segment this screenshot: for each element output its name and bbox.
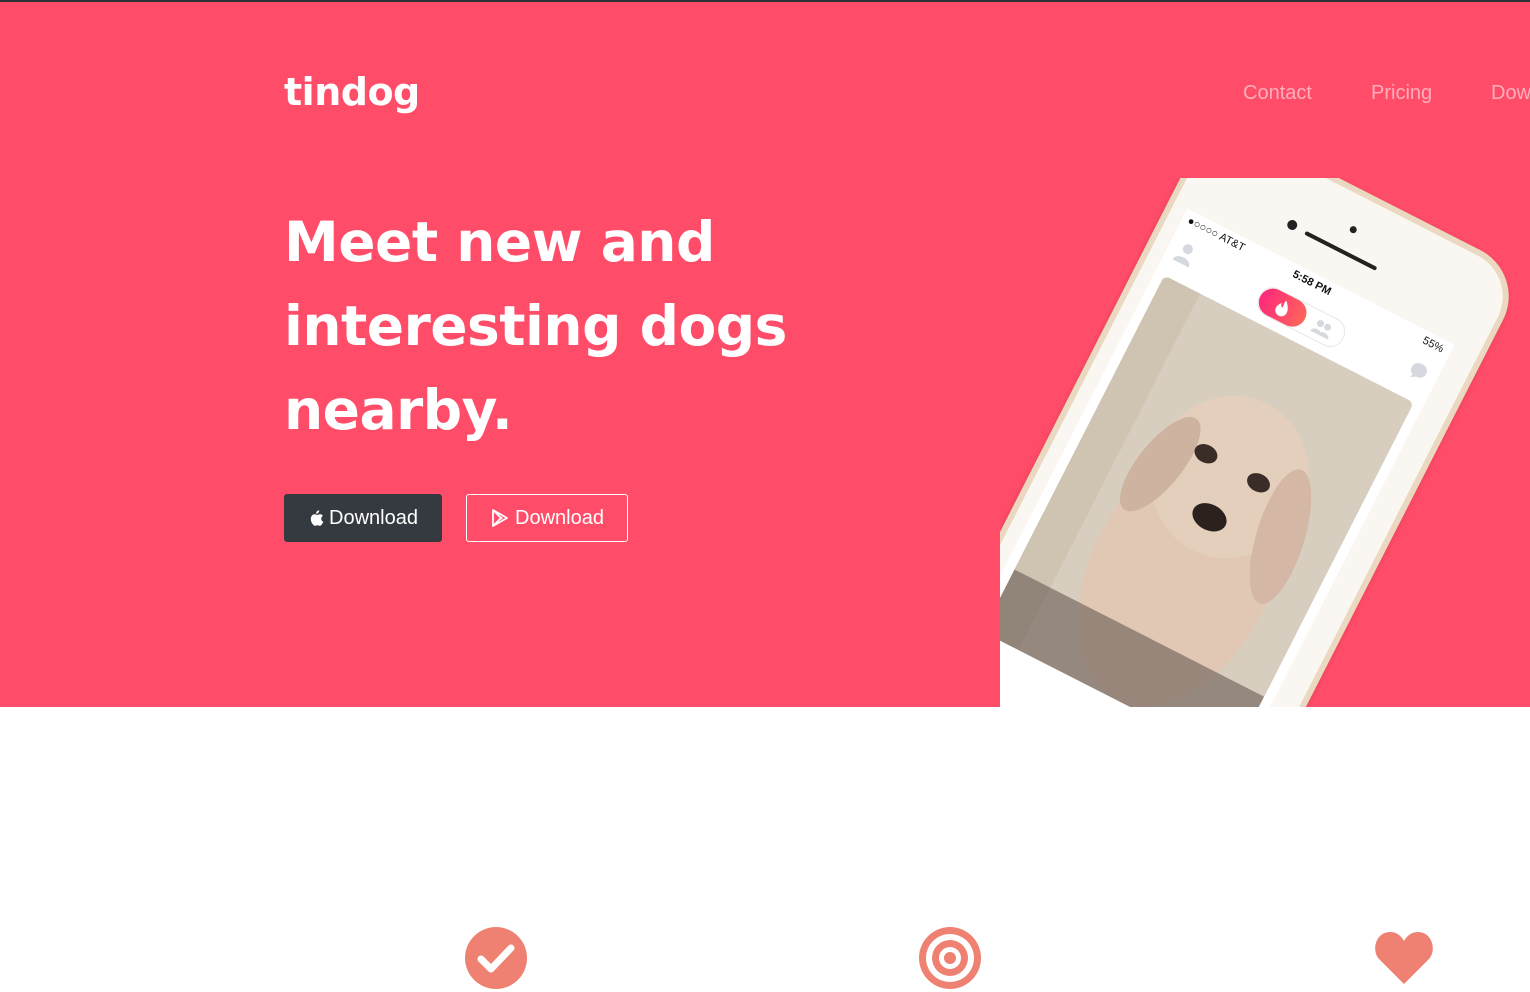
group-icon [1310, 320, 1332, 340]
phone-speaker [1304, 230, 1378, 271]
hero-section: tindog Contact Pricing Download Meet new… [0, 2, 1530, 707]
top-navigation: Contact Pricing Download [0, 82, 1530, 112]
check-circle-icon [465, 927, 527, 989]
dog-photo [1000, 275, 1414, 707]
heart-icon [1375, 932, 1433, 984]
phone-camera [1285, 218, 1299, 232]
nav-link-download[interactable]: Download [1491, 82, 1530, 105]
google-play-download-button[interactable]: Download [466, 494, 628, 542]
phone-frame: ●○○○○ AT&T 5:58 PM 55% [1000, 178, 1527, 707]
flame-tab [1254, 283, 1312, 332]
chat-icon [1410, 363, 1427, 378]
status-battery: 55% [1420, 334, 1446, 356]
nav-link-pricing[interactable]: Pricing [1371, 82, 1432, 105]
bullseye-icon [919, 927, 981, 989]
dog-illustration [1000, 275, 1414, 707]
features-section [0, 707, 1530, 992]
phone-sensor [1348, 224, 1358, 235]
profile-icon [1172, 244, 1193, 268]
phone-screen: ●○○○○ AT&T 5:58 PM 55% [1000, 208, 1455, 707]
google-play-icon [490, 508, 510, 528]
nav-link-contact[interactable]: Contact [1243, 82, 1312, 105]
google-play-download-label: Download [515, 506, 604, 529]
apple-download-label: Download [329, 506, 418, 529]
hero-headline: Meet new and interesting dogs nearby. [284, 210, 787, 442]
phone-mockup: ●○○○○ AT&T 5:58 PM 55% [1000, 178, 1530, 707]
apple-download-button[interactable]: Download [284, 494, 442, 542]
status-time: 5:58 PM [1290, 268, 1333, 298]
apple-icon [308, 509, 324, 527]
flame-icon [1275, 300, 1288, 317]
